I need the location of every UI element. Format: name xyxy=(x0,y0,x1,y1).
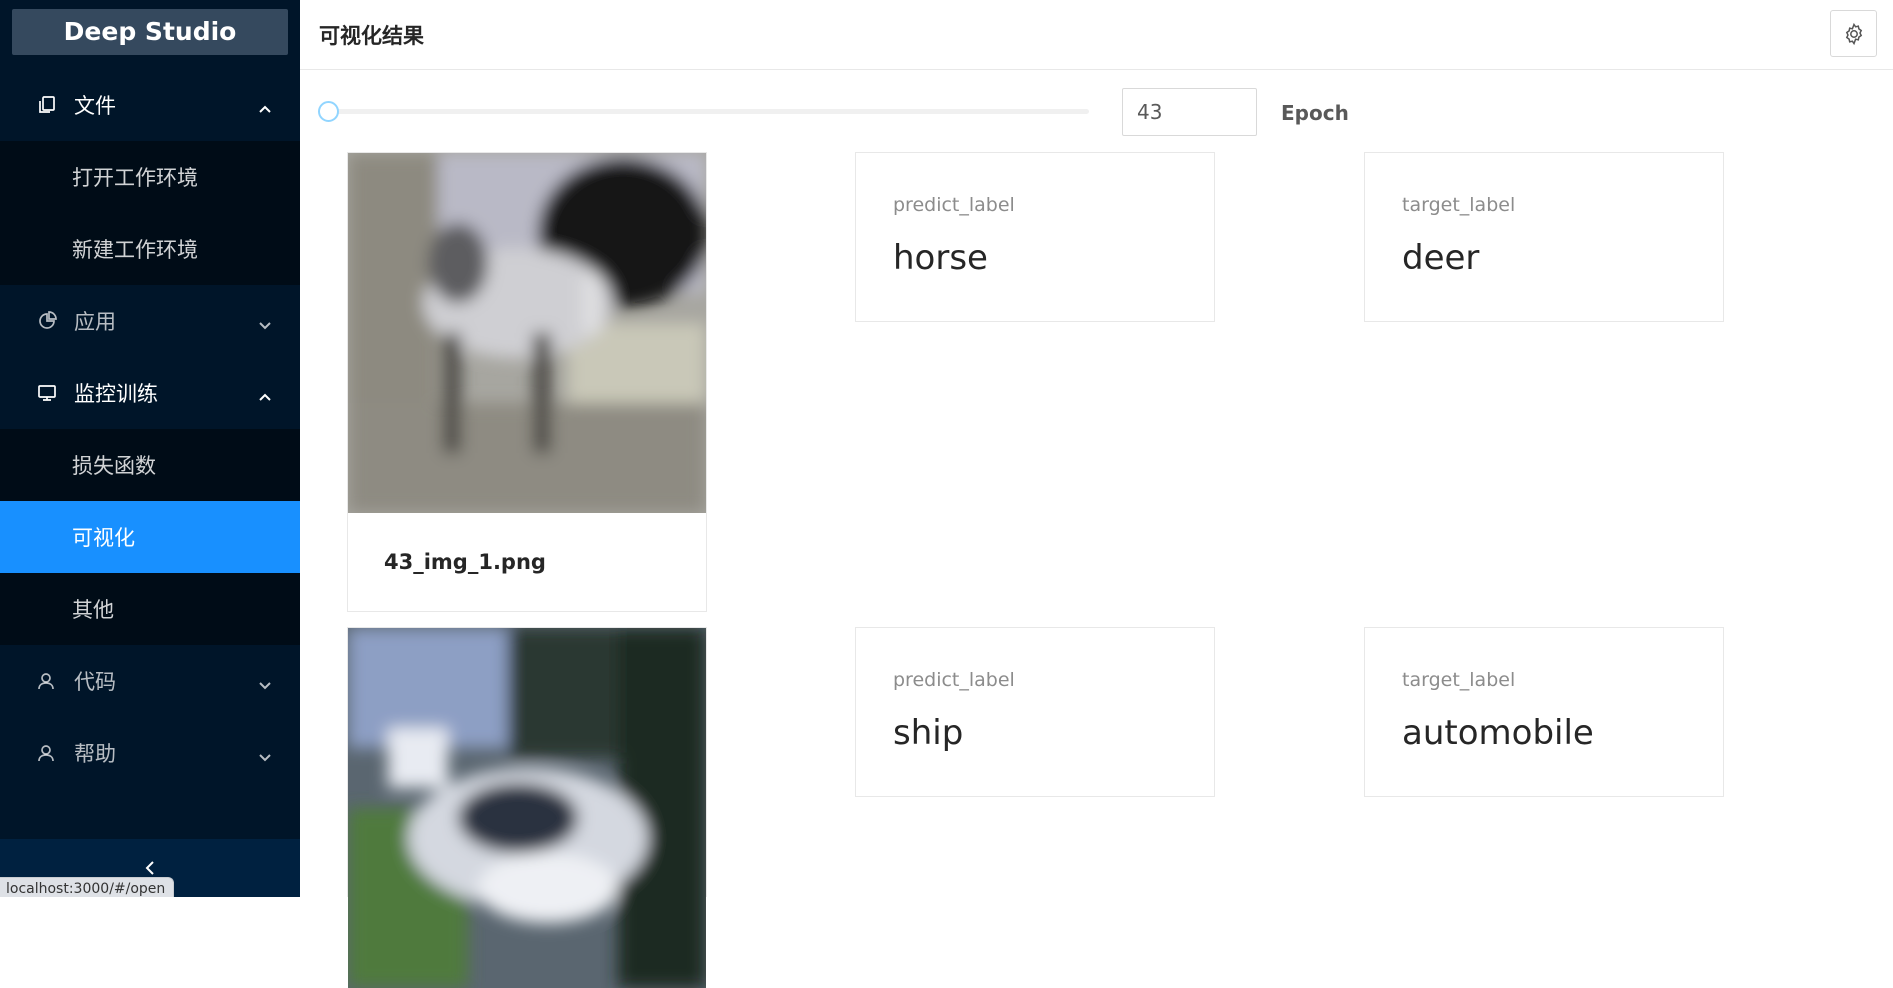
result-image-card[interactable] xyxy=(347,627,707,988)
predict-label-value: ship xyxy=(893,713,964,753)
predict-label-title: predict_label xyxy=(893,669,1015,691)
chevron-up-icon xyxy=(258,97,272,113)
menu-file[interactable]: 文件 xyxy=(0,69,300,141)
menu-code-label: 代码 xyxy=(74,670,116,694)
menu-apps-label: 应用 xyxy=(74,310,116,334)
menu-apps[interactable]: 应用 xyxy=(0,285,300,357)
target-label-card: target_label automobile xyxy=(1364,627,1724,797)
user-icon xyxy=(36,670,58,692)
gear-icon xyxy=(1845,22,1862,45)
copy-icon xyxy=(36,94,58,116)
target-label-value: automobile xyxy=(1402,713,1594,753)
browser-status-url: localhost:3000/#/open xyxy=(0,877,175,897)
menu-help[interactable]: 帮助 xyxy=(0,717,300,789)
menu-visualization[interactable]: 可视化 xyxy=(0,501,300,573)
target-label-title: target_label xyxy=(1402,669,1516,691)
car-photo xyxy=(348,628,706,988)
target-label-card: target_label deer xyxy=(1364,152,1724,322)
user-icon xyxy=(36,742,58,764)
epoch-label: Epoch xyxy=(1281,101,1349,125)
left-chevron-icon xyxy=(141,859,159,877)
menu-monitor-training-label: 监控训练 xyxy=(74,382,158,406)
menu-other[interactable]: 其他 xyxy=(0,573,300,645)
horse-photo xyxy=(348,153,706,513)
sidebar: Deep Studio 文件 打开工作环境 新建工作环境 应用 监控训练 损失函… xyxy=(0,0,300,897)
menu-new-workspace[interactable]: 新建工作环境 xyxy=(0,213,300,285)
menu-loss-function[interactable]: 损失函数 xyxy=(0,429,300,501)
result-image-card[interactable]: 43_img_1.png xyxy=(347,152,707,612)
epoch-input[interactable]: 43 xyxy=(1122,88,1257,136)
chevron-down-icon xyxy=(258,745,272,762)
epoch-slider-track[interactable] xyxy=(321,109,1089,114)
target-label-title: target_label xyxy=(1402,194,1516,216)
page-header: 可视化结果 xyxy=(300,0,1893,70)
sidebar-menu: 文件 打开工作环境 新建工作环境 应用 监控训练 损失函数 可视化 其他 代码 … xyxy=(0,69,300,789)
submenu-monitor: 损失函数 可视化 其他 xyxy=(0,429,300,645)
pie-chart-icon xyxy=(36,310,58,332)
menu-open-workspace[interactable]: 打开工作环境 xyxy=(0,141,300,213)
predict-label-value: horse xyxy=(893,238,988,278)
menu-monitor-training[interactable]: 监控训练 xyxy=(0,357,300,429)
settings-button[interactable] xyxy=(1830,10,1877,57)
epoch-slider-handle[interactable] xyxy=(318,101,339,122)
predict-label-card: predict_label horse xyxy=(855,152,1215,322)
desktop-icon xyxy=(36,382,58,404)
predict-label-card: predict_label ship xyxy=(855,627,1215,797)
menu-code[interactable]: 代码 xyxy=(0,645,300,717)
menu-help-label: 帮助 xyxy=(74,742,116,766)
chevron-down-icon xyxy=(258,673,272,690)
page-title: 可视化结果 xyxy=(319,24,424,48)
chevron-up-icon xyxy=(258,385,272,401)
app-logo: Deep Studio xyxy=(12,9,288,55)
menu-file-label: 文件 xyxy=(74,94,116,118)
target-label-value: deer xyxy=(1402,238,1480,278)
chevron-down-icon xyxy=(258,313,272,330)
submenu-file: 打开工作环境 新建工作环境 xyxy=(0,141,300,285)
predict-label-title: predict_label xyxy=(893,194,1015,216)
image-filename: 43_img_1.png xyxy=(384,550,546,574)
